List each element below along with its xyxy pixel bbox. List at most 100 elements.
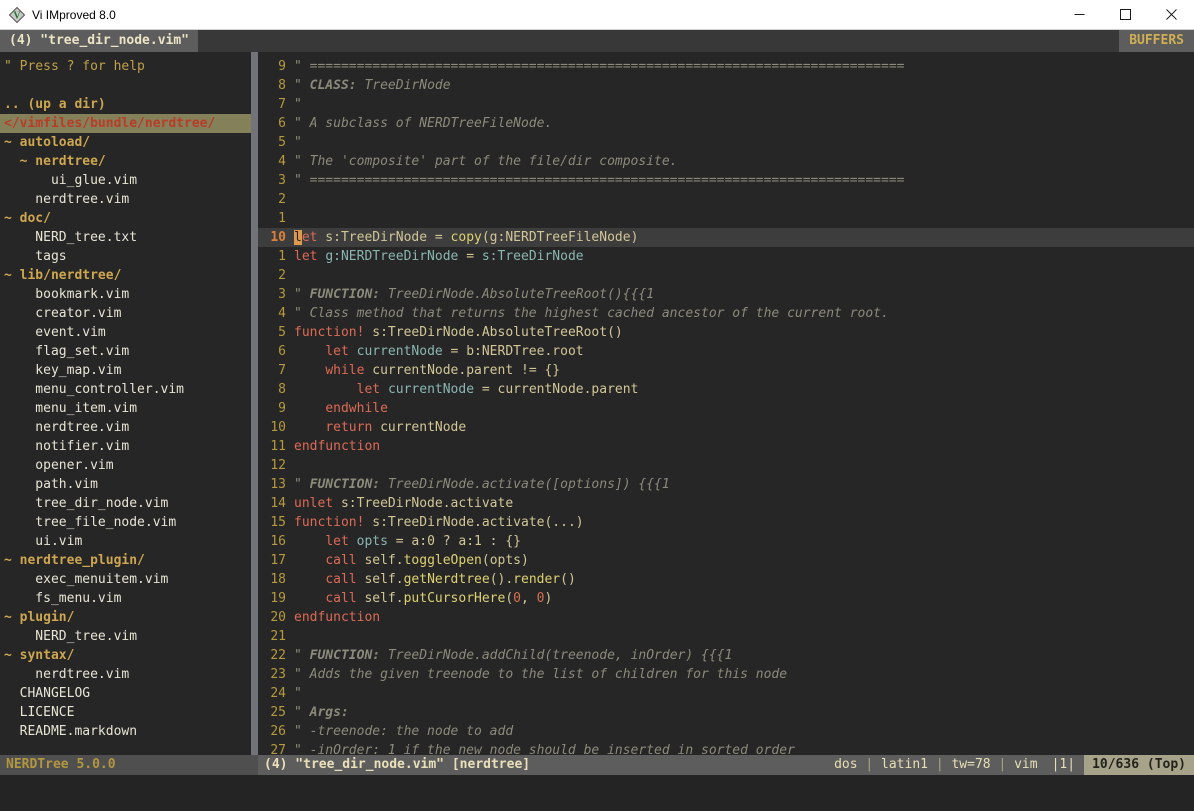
code-line[interactable]: 15function! s:TreeDirNode.activate(...) (258, 513, 1194, 532)
nerdtree-dir-item[interactable]: ~ autoload/ (0, 133, 251, 152)
nerdtree-file-item[interactable]: path.vim (0, 475, 251, 494)
status-field: tw=78 (951, 757, 990, 772)
nerdtree-help-line[interactable]: " Press ? for help (0, 57, 251, 76)
code-line[interactable]: 3" FUNCTION: TreeDirNode.AbsoluteTreeRoo… (258, 285, 1194, 304)
code-line[interactable]: 16 let opts = a:0 ? a:1 : {} (258, 532, 1194, 551)
code-line-current[interactable]: 10let s:TreeDirNode = copy(g:NERDTreeFil… (258, 228, 1194, 247)
code-line[interactable]: 4" Class method that returns the highest… (258, 304, 1194, 323)
code-line[interactable]: 2 (258, 190, 1194, 209)
nerdtree-file-item[interactable]: NERD_tree.txt (0, 228, 251, 247)
nerdtree-file-item[interactable]: nerdtree.vim (0, 190, 251, 209)
code-line[interactable]: 10 return currentNode (258, 418, 1194, 437)
editor-pane[interactable]: 9" =====================================… (258, 52, 1194, 755)
nerdtree-file-item[interactable]: creator.vim (0, 304, 251, 323)
buffer-tab[interactable]: (4) "tree_dir_node.vim" (0, 30, 198, 52)
code-line[interactable]: 17 call self.toggleOpen(opts) (258, 551, 1194, 570)
maximize-button[interactable] (1102, 0, 1148, 29)
close-button[interactable] (1148, 0, 1194, 29)
code-line[interactable]: 5" (258, 133, 1194, 152)
nerdtree-file-item[interactable]: menu_item.vim (0, 399, 251, 418)
code-line[interactable]: 19 call self.putCursorHere(0, 0) (258, 589, 1194, 608)
nerdtree-dir-item[interactable]: ~ nerdtree_plugin/ (0, 551, 251, 570)
nerdtree-file-item[interactable]: nerdtree.vim (0, 665, 251, 684)
nerdtree-file-item[interactable]: README.markdown (0, 722, 251, 741)
code-line[interactable]: 9" =====================================… (258, 57, 1194, 76)
nerdtree-file-item[interactable]: notifier.vim (0, 437, 251, 456)
nerdtree-dir-item[interactable]: ~ doc/ (0, 209, 251, 228)
buffers-label[interactable]: BUFFERS (1119, 30, 1194, 52)
nerdtree-file-item[interactable]: key_map.vim (0, 361, 251, 380)
nerdtree-file-item[interactable]: fs_menu.vim (0, 589, 251, 608)
nerdtree-root-line[interactable]: </vimfiles/bundle/nerdtree/ (0, 114, 251, 133)
code-text: call self.putCursorHere(0, 0) (294, 589, 1194, 608)
nerdtree-file-item[interactable]: flag_set.vim (0, 342, 251, 361)
nerdtree-file-item[interactable]: tree_dir_node.vim (0, 494, 251, 513)
code-text: " (294, 684, 1194, 703)
code-line[interactable]: 22" FUNCTION: TreeDirNode.addChild(treen… (258, 646, 1194, 665)
nerdtree-dir-item[interactable]: ~ nerdtree/ (0, 152, 251, 171)
code-line[interactable]: 21 (258, 627, 1194, 646)
code-token: (opts) (482, 553, 529, 568)
code-token: putCursorHere (404, 591, 506, 606)
nerdtree-dir-item[interactable]: ~ syntax/ (0, 646, 251, 665)
nerdtree-up-line[interactable]: .. (up a dir) (0, 95, 251, 114)
nerdtree-file-item[interactable]: CHANGELOG (0, 684, 251, 703)
line-number: 13 (262, 475, 286, 494)
code-text: " Class method that returns the highest … (294, 304, 1194, 323)
nerdtree-file-item[interactable]: tree_file_node.vim (0, 513, 251, 532)
code-text (294, 190, 1194, 209)
code-line[interactable]: 25" Args: (258, 703, 1194, 722)
line-number: 1 (262, 247, 286, 266)
code-line[interactable]: 8" CLASS: TreeDirNode (258, 76, 1194, 95)
code-line[interactable]: 1 (258, 209, 1194, 228)
window-controls (1056, 0, 1194, 29)
line-number: 24 (262, 684, 286, 703)
code-text: " FUNCTION: TreeDirNode.AbsoluteTreeRoot… (294, 285, 1194, 304)
nerdtree-dir-item[interactable]: ~ lib/nerdtree/ (0, 266, 251, 285)
window-separator[interactable] (251, 52, 258, 755)
nerdtree-dir-item[interactable]: ~ plugin/ (0, 608, 251, 627)
code-token: " (294, 287, 310, 302)
code-line[interactable]: 8 let currentNode = currentNode.parent (258, 380, 1194, 399)
nerdtree-file-item[interactable]: tags (0, 247, 251, 266)
nerdtree-file-item[interactable]: ui.vim (0, 532, 251, 551)
nerdtree-file-item[interactable]: NERD_tree.vim (0, 627, 251, 646)
nerdtree-file-item[interactable]: bookmark.vim (0, 285, 251, 304)
code-line[interactable]: 13" FUNCTION: TreeDirNode.activate([opti… (258, 475, 1194, 494)
code-token: return (325, 420, 372, 435)
command-line[interactable] (0, 775, 1194, 811)
code-line[interactable]: 12 (258, 456, 1194, 475)
code-line[interactable]: 14unlet s:TreeDirNode.activate (258, 494, 1194, 513)
code-line[interactable]: 2 (258, 266, 1194, 285)
minimize-button[interactable] (1056, 0, 1102, 29)
code-line[interactable]: 1let g:NERDTreeDirNode = s:TreeDirNode (258, 247, 1194, 266)
nerdtree-file-item[interactable]: ui_glue.vim (0, 171, 251, 190)
code-line[interactable]: 6" A subclass of NERDTreeFileNode. (258, 114, 1194, 133)
code-line[interactable]: 11endfunction (258, 437, 1194, 456)
code-line[interactable]: 27" -inOrder: 1 if the new node should b… (258, 741, 1194, 755)
nerdtree-file-item[interactable]: nerdtree.vim (0, 418, 251, 437)
code-line[interactable]: 26" -treenode: the node to add (258, 722, 1194, 741)
code-line[interactable]: 4" The 'composite' part of the file/dir … (258, 152, 1194, 171)
code-line[interactable]: 7 while currentNode.parent != {} (258, 361, 1194, 380)
nerdtree-file-item[interactable]: event.vim (0, 323, 251, 342)
code-line[interactable]: 6 let currentNode = b:NERDTree.root (258, 342, 1194, 361)
nerdtree-file-item[interactable]: LICENCE (0, 703, 251, 722)
line-number: 17 (262, 551, 286, 570)
nerdtree-file-item[interactable]: opener.vim (0, 456, 251, 475)
code-line[interactable]: 23" Adds the given treenode to the list … (258, 665, 1194, 684)
nerdtree-file-item[interactable]: exec_menuitem.vim (0, 570, 251, 589)
line-number: 11 (262, 437, 286, 456)
code-line[interactable]: 9 endwhile (258, 399, 1194, 418)
line-number: 8 (262, 76, 286, 95)
nerdtree-file-item[interactable]: menu_controller.vim (0, 380, 251, 399)
code-line[interactable]: 7" (258, 95, 1194, 114)
code-line[interactable]: 5function! s:TreeDirNode.AbsoluteTreeRoo… (258, 323, 1194, 342)
code-line[interactable]: 3" =====================================… (258, 171, 1194, 190)
code-line[interactable]: 18 call self.getNerdtree().render() (258, 570, 1194, 589)
code-line[interactable]: 24 " (258, 684, 1194, 703)
code-line[interactable]: 20endfunction (258, 608, 1194, 627)
code-token: endfunction (294, 610, 380, 625)
code-token (349, 534, 357, 549)
main-area: " Press ? for help .. (up a dir)</vimfile… (0, 52, 1194, 755)
